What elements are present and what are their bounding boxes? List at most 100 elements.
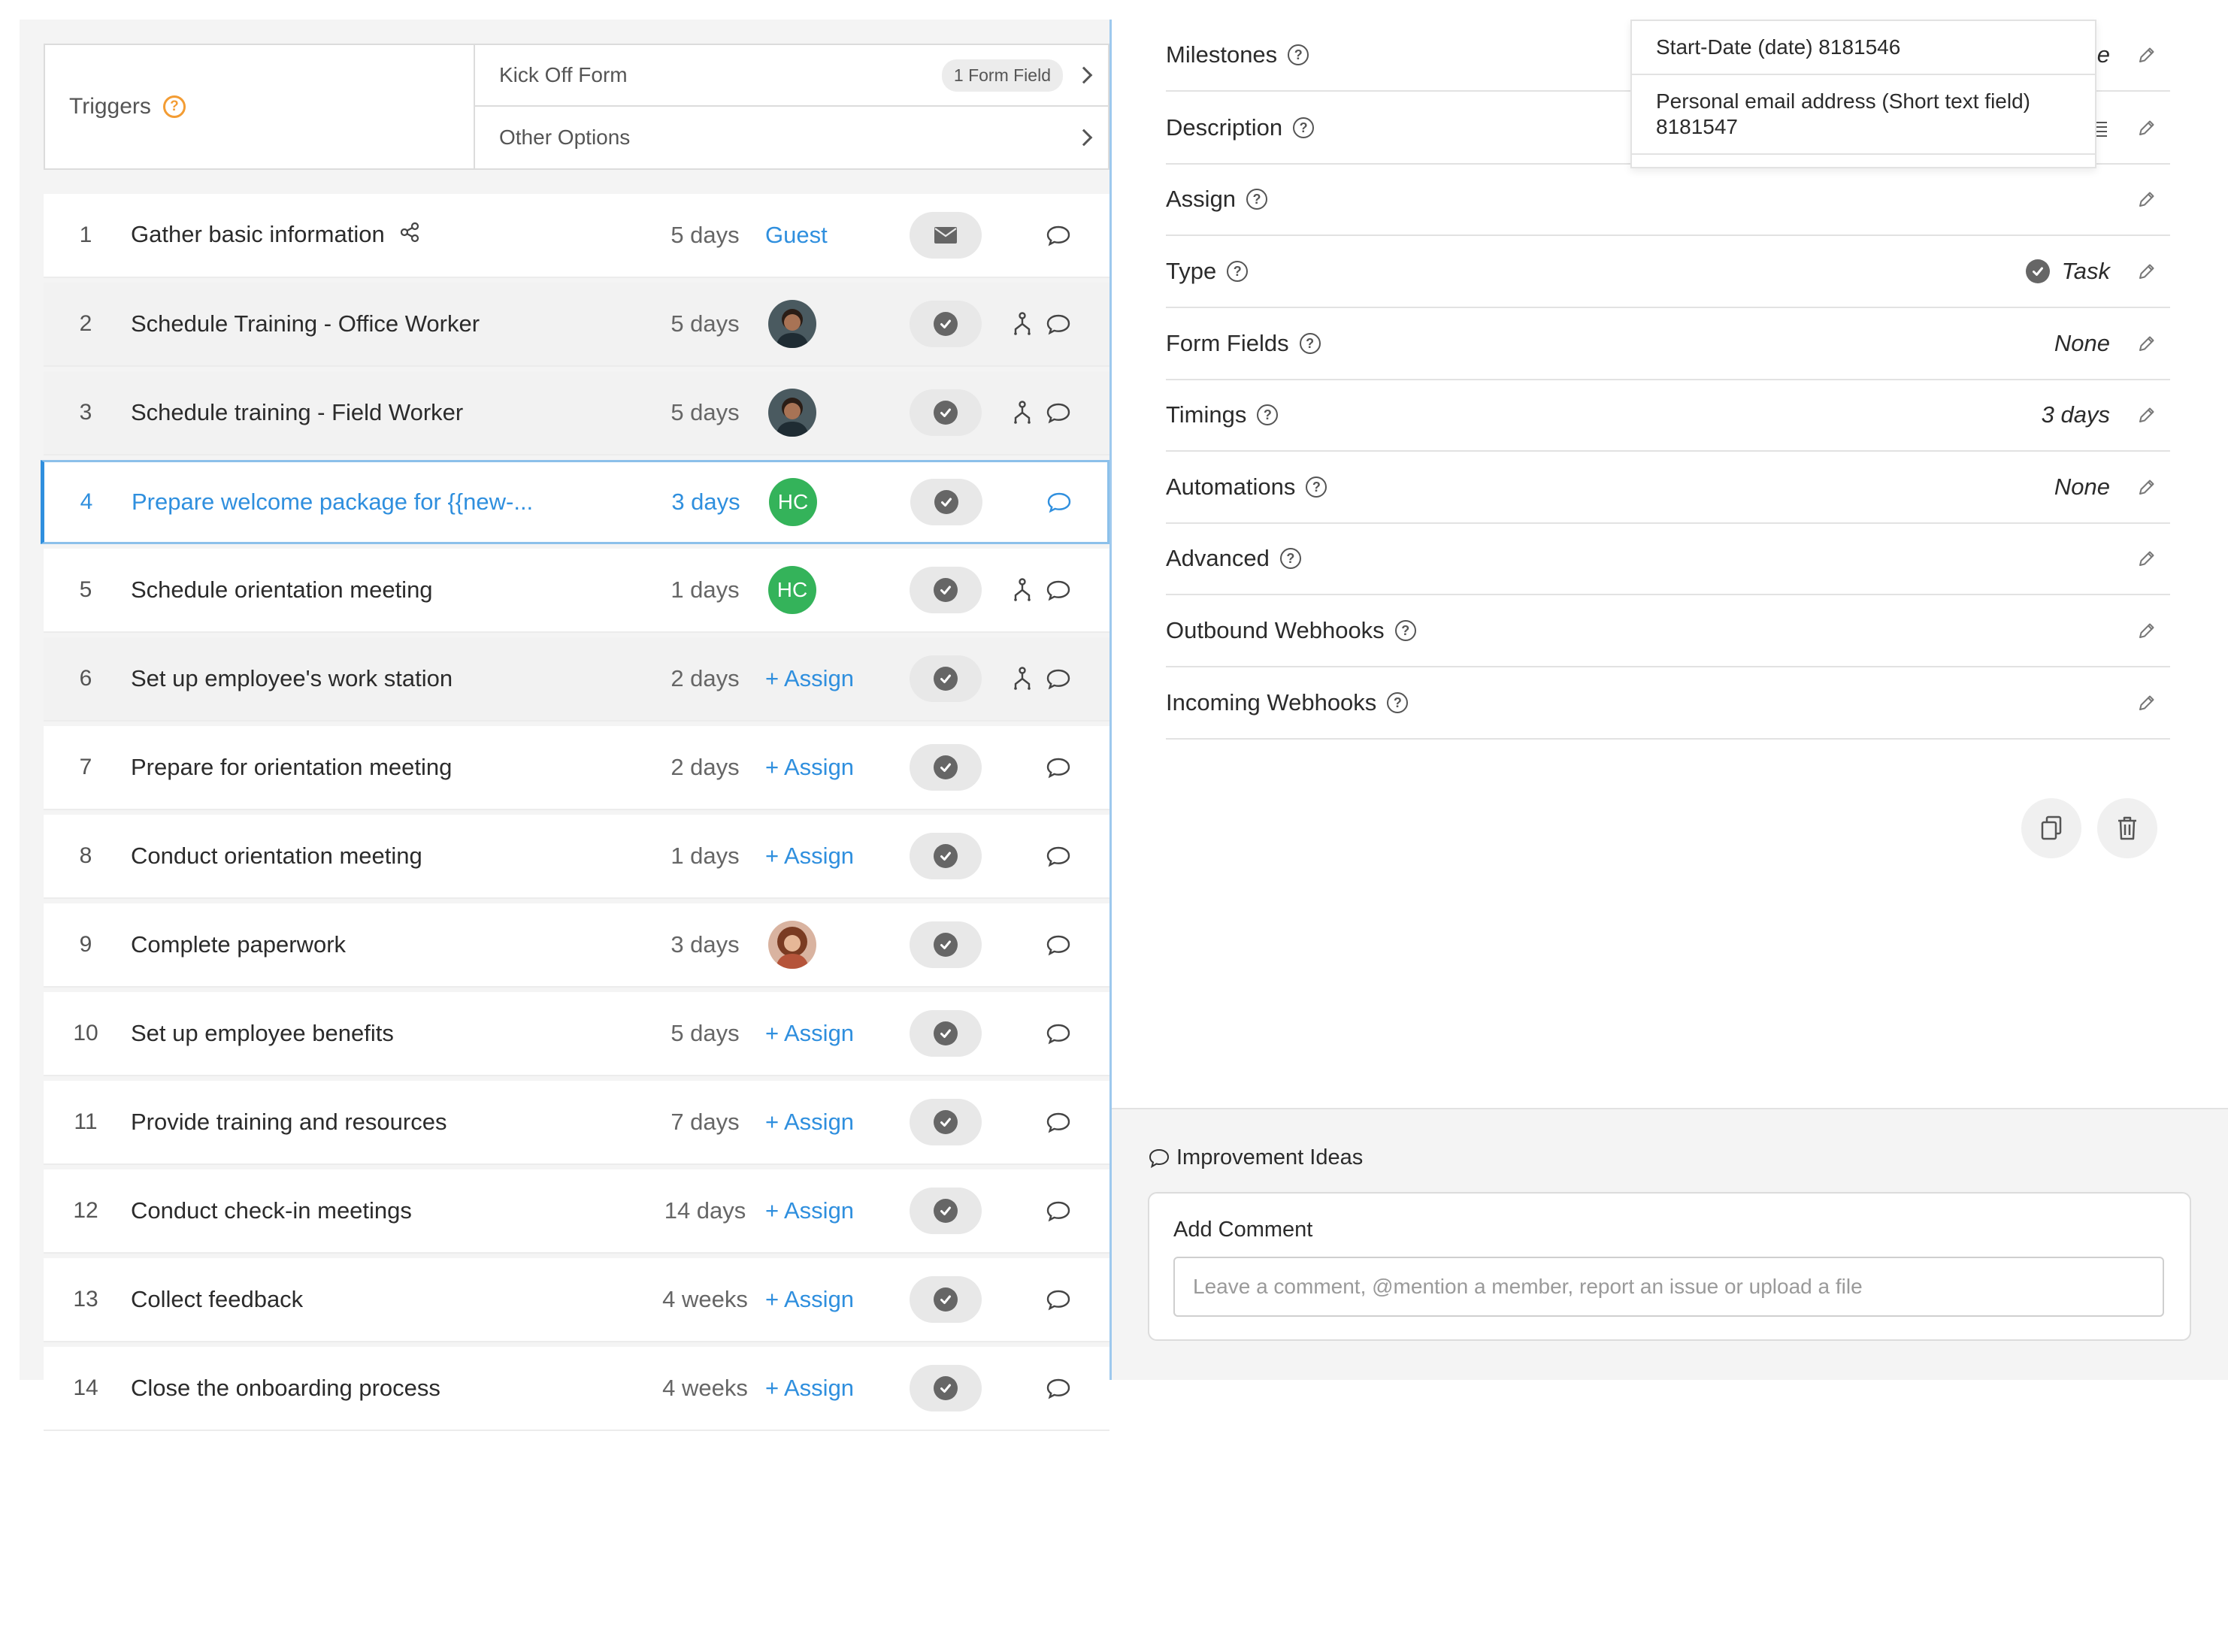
task-row[interactable]: 6 Set up employee's work station 2 days + A…	[44, 637, 1109, 722]
task-row[interactable]: 1 Gather basic information 5 days Guest	[44, 194, 1109, 278]
comment-icon[interactable]	[1043, 752, 1073, 782]
task-duration[interactable]: 5 days	[630, 310, 780, 337]
edit-pencil-icon[interactable]	[2136, 332, 2158, 355]
comment-icon[interactable]	[1043, 1196, 1073, 1226]
task-duration[interactable]: 2 days	[630, 754, 780, 781]
task-name[interactable]: Provide training and resources	[131, 1109, 447, 1136]
property-row-form-fields[interactable]: Form Fields? None	[1166, 308, 2170, 380]
task-row[interactable]: 2 Schedule Training - Office Worker 5 days	[44, 283, 1109, 367]
task-assignee[interactable]	[765, 389, 878, 437]
comment-icon[interactable]	[1043, 398, 1073, 428]
delete-button[interactable]	[2097, 798, 2157, 858]
comment-input[interactable]	[1173, 1257, 2164, 1317]
task-duration[interactable]: 3 days	[631, 489, 781, 516]
help-icon[interactable]: ?	[1299, 333, 1321, 354]
status-button[interactable]	[910, 479, 982, 525]
comment-icon[interactable]	[1043, 220, 1073, 250]
branch-icon[interactable]	[1007, 309, 1037, 339]
status-button[interactable]	[910, 567, 982, 613]
help-icon[interactable]: ?	[162, 95, 186, 118]
dropdown-option-personal-email[interactable]: Personal email address (Short text field…	[1632, 75, 2095, 155]
dropdown-option-start-date[interactable]: Start-Date (date) 8181546	[1632, 21, 2095, 75]
task-name[interactable]: Schedule training - Field Worker	[131, 399, 463, 426]
status-button[interactable]	[910, 1276, 982, 1323]
help-icon[interactable]: ?	[1306, 477, 1327, 498]
comment-icon[interactable]	[1043, 1107, 1073, 1137]
comment-icon[interactable]	[1043, 1284, 1073, 1315]
assign-button[interactable]: + Assign	[765, 1286, 878, 1313]
edit-pencil-icon[interactable]	[2136, 547, 2158, 570]
task-row[interactable]: 12 Conduct check-in meetings 14 days + Assi…	[44, 1169, 1109, 1254]
status-button[interactable]	[910, 655, 982, 702]
property-row-advanced[interactable]: Advanced?	[1166, 523, 2170, 595]
edit-pencil-icon[interactable]	[2136, 691, 2158, 714]
task-name[interactable]: Complete paperwork	[131, 931, 346, 958]
task-duration[interactable]: 14 days	[630, 1197, 780, 1224]
task-assignee[interactable]: Guest	[765, 222, 878, 249]
status-button[interactable]	[910, 1099, 982, 1145]
task-name[interactable]: Collect feedback	[131, 1286, 303, 1313]
comment-icon[interactable]	[1043, 664, 1073, 694]
assign-button[interactable]: + Assign	[765, 1109, 878, 1136]
assign-button[interactable]: + Assign	[765, 665, 878, 692]
task-duration[interactable]: 7 days	[630, 1109, 780, 1136]
task-row[interactable]: 3 Schedule training - Field Worker 5 days	[44, 371, 1109, 455]
avatar[interactable]: HC	[769, 478, 817, 526]
help-icon[interactable]: ?	[1257, 404, 1279, 425]
edit-pencil-icon[interactable]	[2136, 116, 2158, 139]
status-button[interactable]	[910, 744, 982, 791]
task-duration[interactable]: 4 weeks	[630, 1375, 780, 1402]
status-button[interactable]	[910, 212, 982, 259]
task-name[interactable]: Gather basic information	[131, 221, 421, 250]
duplicate-button[interactable]	[2021, 798, 2081, 858]
status-button[interactable]	[910, 921, 982, 968]
edit-pencil-icon[interactable]	[2136, 476, 2158, 498]
task-name[interactable]: Conduct orientation meeting	[131, 843, 422, 870]
avatar[interactable]	[768, 300, 816, 348]
branch-icon[interactable]	[1007, 664, 1037, 694]
assign-button[interactable]: + Assign	[765, 843, 878, 870]
status-button[interactable]	[910, 1188, 982, 1234]
comment-icon[interactable]	[1043, 575, 1073, 605]
property-row-assign[interactable]: Assign?	[1166, 164, 2170, 236]
task-row[interactable]: 7 Prepare for orientation meeting 2 days + …	[44, 726, 1109, 810]
task-assignee[interactable]	[765, 300, 878, 348]
task-duration[interactable]: 1 days	[630, 576, 780, 604]
comment-icon[interactable]	[1044, 487, 1074, 517]
property-row-timings[interactable]: Timings? 3 days	[1166, 380, 2170, 452]
kick-off-form-row[interactable]: Kick Off Form 1 Form Field	[475, 45, 1108, 107]
status-button[interactable]	[910, 389, 982, 436]
task-duration[interactable]: 3 days	[630, 931, 780, 958]
task-row[interactable]: 11 Provide training and resources 7 days + …	[44, 1081, 1109, 1165]
task-row[interactable]: 4 Prepare welcome package for {{new-... 3 …	[41, 460, 1109, 544]
task-assignee[interactable]: HC	[765, 566, 878, 614]
task-duration[interactable]: 4 weeks	[630, 1286, 780, 1313]
edit-pencil-icon[interactable]	[2136, 188, 2158, 210]
comment-icon[interactable]	[1043, 841, 1073, 871]
other-options-row[interactable]: Other Options	[475, 107, 1108, 168]
avatar[interactable]	[768, 389, 816, 437]
help-icon[interactable]: ?	[1246, 189, 1268, 210]
task-duration[interactable]: 5 days	[630, 399, 780, 426]
task-name[interactable]: Set up employee benefits	[131, 1020, 394, 1047]
assign-button[interactable]: + Assign	[765, 754, 878, 781]
task-duration[interactable]: 1 days	[630, 843, 780, 870]
task-row[interactable]: 14 Close the onboarding process 4 weeks + A…	[44, 1347, 1109, 1431]
task-name[interactable]: Prepare welcome package for {{new-...	[132, 489, 533, 516]
help-icon[interactable]: ?	[1387, 692, 1409, 713]
task-name[interactable]: Schedule orientation meeting	[131, 576, 433, 604]
assign-button[interactable]: + Assign	[765, 1375, 878, 1402]
edit-pencil-icon[interactable]	[2136, 404, 2158, 426]
status-button[interactable]	[910, 1010, 982, 1057]
edit-pencil-icon[interactable]	[2136, 44, 2158, 66]
task-name[interactable]: Prepare for orientation meeting	[131, 754, 452, 781]
comment-icon[interactable]	[1043, 309, 1073, 339]
assign-button[interactable]: + Assign	[765, 1020, 878, 1047]
task-duration[interactable]: 5 days	[630, 222, 780, 249]
edit-pencil-icon[interactable]	[2136, 260, 2158, 283]
task-assignee[interactable]: HC	[766, 478, 879, 526]
task-row[interactable]: 13 Collect feedback 4 weeks + Assign	[44, 1258, 1109, 1342]
status-button[interactable]	[910, 1365, 982, 1411]
property-row-automations[interactable]: Automations? None	[1166, 452, 2170, 524]
task-row[interactable]: 10 Set up employee benefits 5 days + Assign	[44, 992, 1109, 1076]
